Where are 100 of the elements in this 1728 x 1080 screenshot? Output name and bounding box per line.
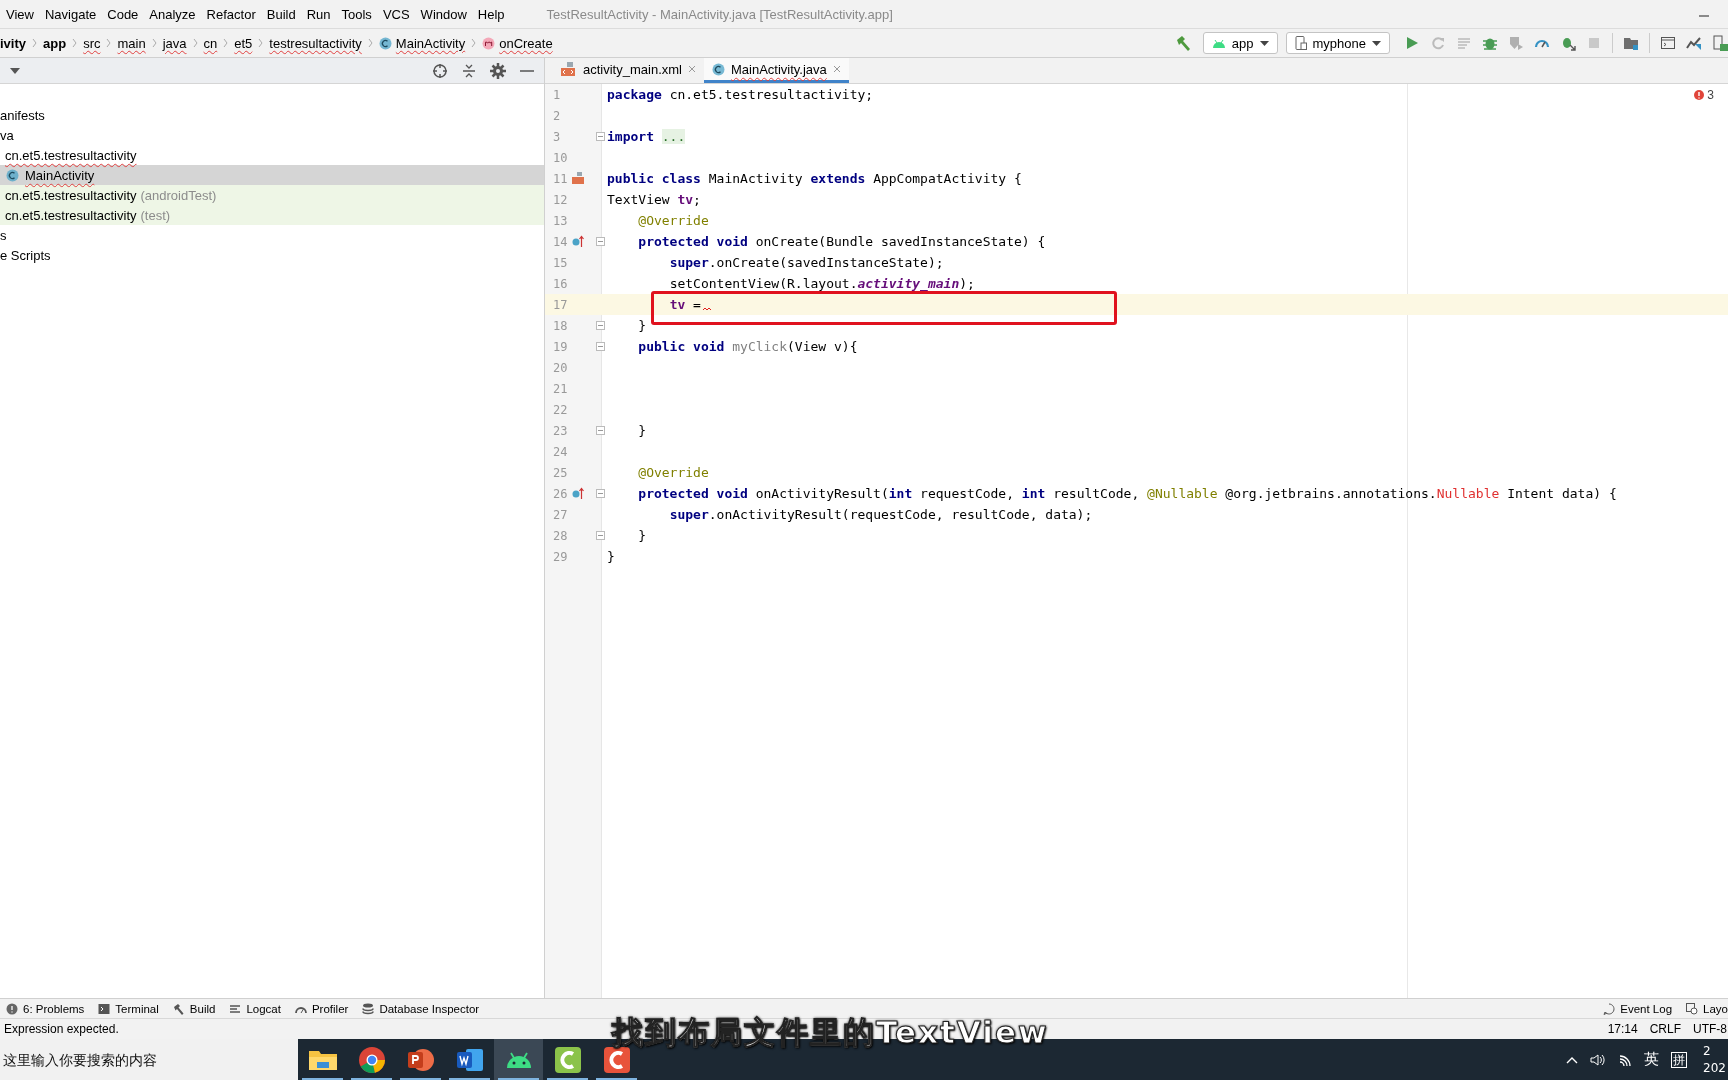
line-number: 11 [552, 171, 569, 186]
lines-icon [229, 1002, 242, 1015]
breadcrumb-item[interactable]: ivity [0, 35, 26, 51]
file-encoding[interactable]: UTF-8 [1693, 1022, 1727, 1036]
fold-icon[interactable] [596, 426, 605, 435]
module-dropdown[interactable]: app [1202, 32, 1278, 54]
locate-icon[interactable] [432, 62, 448, 79]
menu-item[interactable]: Refactor [201, 6, 261, 22]
device-dropdown[interactable]: myphone [1285, 32, 1390, 54]
line-number: 1 [552, 87, 562, 102]
override-icon[interactable] [572, 235, 584, 247]
fold-icon[interactable] [596, 321, 605, 330]
tool-window-button[interactable]: 6: Problems [0, 1002, 93, 1015]
editor-tab[interactable]: activity_main.xml [553, 58, 704, 83]
line-number: 19 [552, 339, 569, 354]
breadcrumb-item[interactable]: onCreate [499, 35, 553, 51]
tool-window-button[interactable]: Terminal [92, 1002, 167, 1015]
close-icon[interactable] [832, 65, 841, 73]
fold-icon[interactable] [596, 132, 605, 141]
tree-item[interactable]: e Scripts [0, 245, 544, 265]
line-number: 12 [552, 192, 569, 207]
caret-position[interactable]: 17:14 [1607, 1022, 1638, 1036]
settings-icon[interactable] [490, 62, 506, 79]
menu-item[interactable]: Run [301, 6, 336, 22]
breadcrumb-item[interactable]: et5 [234, 35, 253, 51]
breadcrumb-item[interactable]: java [162, 35, 187, 51]
editor-tab[interactable]: MainActivity.java [703, 58, 849, 83]
tool-window-button[interactable]: Logcat [223, 1002, 289, 1015]
tree-item[interactable]: s [0, 225, 544, 245]
chart-icon[interactable] [1686, 35, 1702, 51]
code-line: protected void onCreate(Bundle savedInstanceState) { [637, 233, 1046, 251]
chevron-icon [151, 38, 157, 48]
breadcrumb-item[interactable]: src [83, 35, 101, 51]
menu-item[interactable]: VCS [377, 6, 415, 22]
tree-item[interactable]: cn.et5.testresultactivity (androidTest) [0, 185, 544, 205]
search-field[interactable]: 这里输入你要搜索的内容 [0, 1039, 298, 1080]
device-icon[interactable] [1712, 35, 1728, 51]
breadcrumb-item[interactable]: cn [203, 35, 218, 51]
folder-icon[interactable] [1623, 35, 1639, 51]
window-icon[interactable] [1660, 35, 1676, 51]
breadcrumb-item[interactable]: app [43, 35, 67, 51]
tool-window-button[interactable]: Layo [1680, 1002, 1728, 1015]
hammer-icon[interactable] [1174, 35, 1191, 51]
line-number: 3 [552, 129, 562, 144]
clock-text[interactable]: 202 [1703, 1059, 1726, 1077]
caret-icon[interactable] [10, 67, 20, 74]
fold-icon[interactable] [596, 531, 605, 540]
wifi-icon[interactable] [1618, 1052, 1633, 1067]
close-icon[interactable] [687, 65, 696, 73]
tool-window-button[interactable]: Event Log [1597, 1002, 1681, 1015]
line-number: 29 [552, 549, 569, 564]
tree-item[interactable]: cn.et5.testresultactivity [0, 145, 544, 165]
line-number: 24 [552, 444, 569, 459]
menu-item[interactable]: Build [261, 6, 301, 22]
tool-window-button[interactable]: Profiler [288, 1002, 357, 1015]
tree-item[interactable]: MainActivity [0, 165, 544, 185]
line-separator[interactable]: CRLF [1649, 1022, 1681, 1036]
breadcrumb-item[interactable]: testresultactivity [269, 35, 362, 51]
error-count[interactable]: 3 [1694, 88, 1714, 102]
code-line: } [607, 548, 615, 566]
input-language[interactable]: 英 [1644, 1050, 1660, 1069]
fold-icon[interactable] [596, 237, 605, 246]
menu-item[interactable]: View [1, 6, 39, 22]
line-number: 28 [552, 528, 569, 543]
menu-item[interactable]: Help [472, 6, 510, 22]
collapse-icon[interactable] [462, 62, 476, 79]
fold-icon[interactable] [596, 342, 605, 351]
menu-item[interactable]: Navigate [39, 6, 102, 22]
layout-file-icon[interactable] [572, 172, 584, 184]
tree-item[interactable]: cn.et5.testresultactivity (test) [0, 205, 544, 225]
line-number: 20 [552, 360, 569, 375]
menu-item[interactable]: Code [102, 6, 144, 22]
chevron-icon [72, 38, 78, 48]
tool-window-button[interactable]: Build [166, 1002, 224, 1015]
line-number: 21 [552, 381, 569, 396]
breadcrumb-item[interactable]: main [117, 35, 146, 51]
bug-arrow-icon[interactable] [1560, 35, 1576, 51]
phone-icon [1294, 36, 1307, 50]
chevron-icon [106, 38, 112, 48]
menu-item[interactable]: Analyze [144, 6, 201, 22]
fold-icon[interactable] [596, 489, 605, 498]
tree-item[interactable]: anifests [0, 105, 544, 125]
play-icon[interactable] [1404, 35, 1420, 51]
tree-item[interactable]: va [0, 125, 544, 145]
code-line: } [637, 527, 647, 545]
chevron-up-icon[interactable] [1566, 1055, 1579, 1064]
code-line: TextView tv; [607, 191, 701, 209]
code-line: super.onActivityResult(requestCode, resultCode, data); [668, 506, 1093, 524]
clock-text[interactable]: 2 [1703, 1042, 1711, 1060]
breadcrumb-item[interactable]: MainActivity [395, 35, 466, 51]
code-line: import ... [607, 128, 686, 146]
menu-item[interactable]: Window [415, 6, 472, 22]
input-method[interactable]: 拼 [1671, 1051, 1688, 1068]
chevron-icon [367, 38, 373, 48]
chevron-icon [32, 38, 37, 48]
minimize-icon[interactable] [520, 68, 534, 73]
speaker-icon[interactable] [1590, 1052, 1607, 1067]
menu-item[interactable]: Tools [336, 6, 377, 22]
tool-window-button[interactable]: Database Inspector [356, 1002, 488, 1015]
override-icon[interactable] [572, 487, 584, 499]
